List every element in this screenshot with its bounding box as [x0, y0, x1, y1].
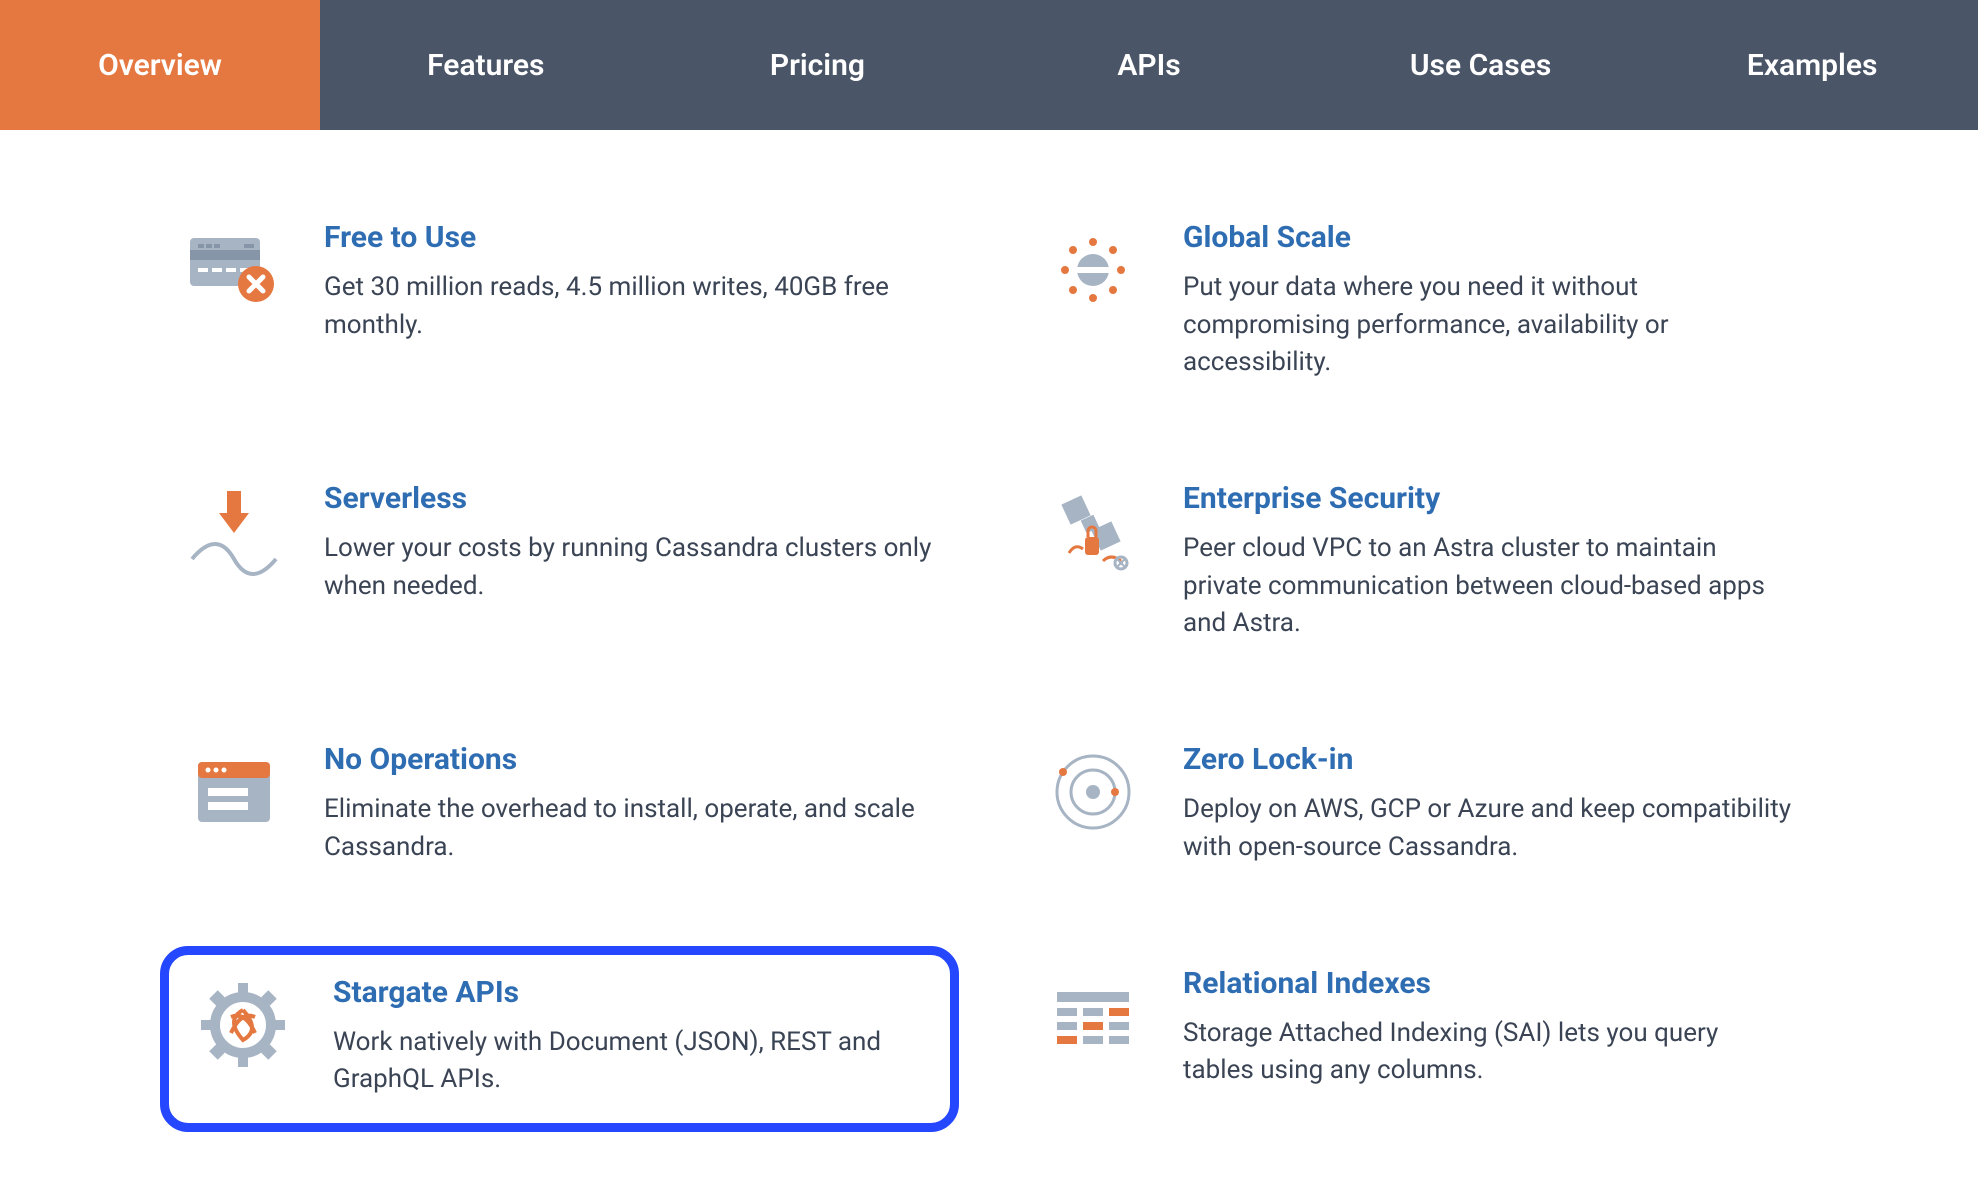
feature-free-to-use: Free to Use Get 30 million reads, 4.5 mi… — [160, 200, 959, 406]
feature-title: Stargate APIs — [333, 975, 926, 1010]
feature-desc: Deploy on AWS, GCP or Azure and keep com… — [1183, 791, 1794, 866]
orbit-icon — [1043, 742, 1143, 842]
nav-tabs: Overview Features Pricing APIs Use Cases… — [0, 0, 1978, 130]
feature-zero-lock-in: Zero Lock-in Deploy on AWS, GCP or Azure… — [1019, 722, 1818, 890]
feature-title: Serverless — [324, 481, 935, 516]
feature-enterprise-security: Enterprise Security Peer cloud VPC to an… — [1019, 461, 1818, 667]
feature-title: Relational Indexes — [1183, 966, 1794, 1001]
feature-stargate-apis: Stargate APIs Work natively with Documen… — [160, 946, 959, 1132]
ops-window-icon — [184, 742, 284, 842]
feature-global-scale: Global Scale Put your data where you nee… — [1019, 200, 1818, 406]
feature-title: No Operations — [324, 742, 935, 777]
feature-title: Global Scale — [1183, 220, 1794, 255]
feature-title: Enterprise Security — [1183, 481, 1794, 516]
credit-card-x-icon — [184, 220, 284, 320]
feature-desc: Lower your costs by running Cassandra cl… — [324, 530, 935, 605]
tab-overview[interactable]: Overview — [0, 0, 320, 130]
serverless-arrow-icon — [184, 481, 284, 581]
global-scale-icon — [1043, 220, 1143, 320]
tab-apis[interactable]: APIs — [983, 0, 1315, 130]
feature-relational-indexes: Relational Indexes Storage Attached Inde… — [1019, 946, 1818, 1132]
tab-pricing[interactable]: Pricing — [652, 0, 984, 130]
feature-desc: Work natively with Document (JSON), REST… — [333, 1024, 926, 1099]
indexes-icon — [1043, 966, 1143, 1066]
tab-features[interactable]: Features — [320, 0, 652, 130]
feature-serverless: Serverless Lower your costs by running C… — [160, 461, 959, 667]
security-satellite-icon — [1043, 481, 1143, 581]
feature-desc: Storage Attached Indexing (SAI) lets you… — [1183, 1015, 1794, 1090]
feature-desc: Peer cloud VPC to an Astra cluster to ma… — [1183, 530, 1794, 643]
feature-desc: Eliminate the overhead to install, opera… — [324, 791, 935, 866]
tab-use-cases[interactable]: Use Cases — [1315, 0, 1647, 130]
feature-title: Free to Use — [324, 220, 935, 255]
feature-title: Zero Lock-in — [1183, 742, 1794, 777]
tab-examples[interactable]: Examples — [1646, 0, 1978, 130]
feature-desc: Get 30 million reads, 4.5 million writes… — [324, 269, 935, 344]
feature-no-operations: No Operations Eliminate the overhead to … — [160, 722, 959, 890]
feature-grid: Free to Use Get 30 million reads, 4.5 mi… — [160, 200, 1818, 1132]
stargate-gear-icon — [193, 975, 293, 1075]
feature-desc: Put your data where you need it without … — [1183, 269, 1794, 382]
